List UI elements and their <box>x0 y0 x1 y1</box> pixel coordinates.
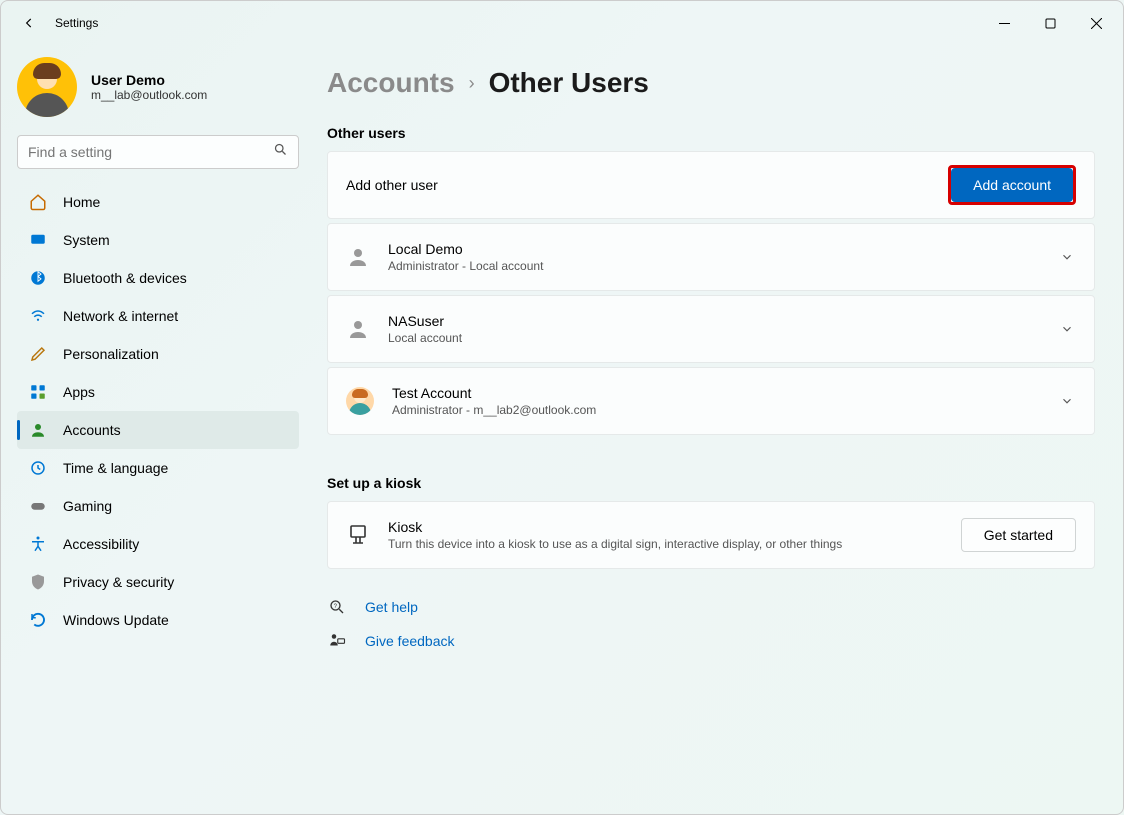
bluetooth-icon <box>29 269 47 287</box>
sidebar-item-apps[interactable]: Apps <box>17 373 299 411</box>
kiosk-get-started-button[interactable]: Get started <box>961 518 1076 552</box>
sidebar-item-bluetooth[interactable]: Bluetooth & devices <box>17 259 299 297</box>
update-icon <box>29 611 47 629</box>
search-box[interactable] <box>17 135 299 169</box>
sidebar-item-label: System <box>63 232 110 248</box>
add-user-card: Add other user Add account <box>327 151 1095 219</box>
user-row[interactable]: NASuser Local account <box>327 295 1095 363</box>
sidebar-item-time[interactable]: Time & language <box>17 449 299 487</box>
sidebar-item-network[interactable]: Network & internet <box>17 297 299 335</box>
sidebar-item-label: Windows Update <box>63 612 169 628</box>
help-link-row: ? Get help <box>327 597 1095 617</box>
sidebar-item-system[interactable]: System <box>17 221 299 259</box>
kiosk-card: Kiosk Turn this device into a kiosk to u… <box>327 501 1095 569</box>
feedback-icon <box>327 631 347 651</box>
sidebar-item-label: Accounts <box>63 422 121 438</box>
help-icon: ? <box>327 597 347 617</box>
clock-icon <box>29 459 47 477</box>
apps-icon <box>29 383 47 401</box>
sidebar-item-label: Time & language <box>63 460 168 476</box>
chevron-right-icon: › <box>469 73 475 94</box>
sidebar-item-label: Bluetooth & devices <box>63 270 187 286</box>
chevron-down-icon[interactable] <box>1058 320 1076 338</box>
accessibility-icon <box>29 535 47 553</box>
system-icon <box>29 231 47 249</box>
main-content: Accounts › Other Users Other users Add o… <box>311 45 1123 814</box>
profile-email: m__lab@outlook.com <box>91 88 207 102</box>
svg-text:?: ? <box>334 604 338 610</box>
shield-icon <box>29 573 47 591</box>
person-icon <box>29 421 47 439</box>
help-link[interactable]: Get help <box>365 599 418 615</box>
feedback-link[interactable]: Give feedback <box>365 633 455 649</box>
user-detail: Administrator - m__lab2@outlook.com <box>392 403 1040 417</box>
chevron-down-icon[interactable] <box>1058 392 1076 410</box>
sidebar-item-accounts[interactable]: Accounts <box>17 411 299 449</box>
user-row[interactable]: Test Account Administrator - m__lab2@out… <box>327 367 1095 435</box>
add-user-label: Add other user <box>346 177 930 193</box>
kiosk-name: Kiosk <box>388 519 943 535</box>
gamepad-icon <box>29 497 47 515</box>
brush-icon <box>29 345 47 363</box>
user-name: Local Demo <box>388 241 1040 257</box>
sidebar-item-accessibility[interactable]: Accessibility <box>17 525 299 563</box>
kiosk-icon <box>346 523 370 547</box>
user-row[interactable]: Local Demo Administrator - Local account <box>327 223 1095 291</box>
breadcrumb-parent[interactable]: Accounts <box>327 67 455 99</box>
feedback-link-row: Give feedback <box>327 631 1095 651</box>
footer-links: ? Get help Give feedback <box>327 597 1095 651</box>
section-title-kiosk: Set up a kiosk <box>327 475 1095 491</box>
profile-block[interactable]: User Demo m__lab@outlook.com <box>17 53 299 135</box>
sidebar-item-label: Network & internet <box>63 308 178 324</box>
sidebar-item-update[interactable]: Windows Update <box>17 601 299 639</box>
close-button[interactable] <box>1073 7 1119 39</box>
profile-name: User Demo <box>91 72 207 88</box>
maximize-button[interactable] <box>1027 7 1073 39</box>
breadcrumb-current: Other Users <box>489 67 649 99</box>
user-detail: Administrator - Local account <box>388 259 1040 273</box>
person-icon <box>346 317 370 341</box>
sidebar-item-gaming[interactable]: Gaming <box>17 487 299 525</box>
sidebar-item-label: Personalization <box>63 346 159 362</box>
kiosk-desc: Turn this device into a kiosk to use as … <box>388 537 943 551</box>
chevron-down-icon[interactable] <box>1058 248 1076 266</box>
sidebar-item-personalization[interactable]: Personalization <box>17 335 299 373</box>
sidebar-item-label: Accessibility <box>63 536 139 552</box>
add-account-button[interactable]: Add account <box>951 168 1073 202</box>
avatar <box>17 57 77 117</box>
sidebar-item-label: Gaming <box>63 498 112 514</box>
sidebar-item-label: Privacy & security <box>63 574 174 590</box>
home-icon <box>29 193 47 211</box>
caption-controls <box>981 7 1119 39</box>
person-icon <box>346 245 370 269</box>
highlight-marker: Add account <box>948 165 1076 205</box>
minimize-button[interactable] <box>981 7 1027 39</box>
back-button[interactable] <box>13 7 45 39</box>
search-icon <box>273 142 288 162</box>
window-title: Settings <box>55 16 98 30</box>
user-detail: Local account <box>388 331 1040 345</box>
sidebar: User Demo m__lab@outlook.com Home System… <box>1 45 311 814</box>
breadcrumb: Accounts › Other Users <box>327 67 1095 99</box>
sidebar-item-label: Home <box>63 194 100 210</box>
nav-list: Home System Bluetooth & devices Network … <box>17 183 299 639</box>
user-name: Test Account <box>392 385 1040 401</box>
sidebar-item-home[interactable]: Home <box>17 183 299 221</box>
sidebar-item-privacy[interactable]: Privacy & security <box>17 563 299 601</box>
avatar-icon <box>346 387 374 415</box>
section-title-other-users: Other users <box>327 125 1095 141</box>
sidebar-item-label: Apps <box>63 384 95 400</box>
search-input[interactable] <box>28 144 273 160</box>
wifi-icon <box>29 307 47 325</box>
titlebar: Settings <box>1 1 1123 45</box>
user-name: NASuser <box>388 313 1040 329</box>
